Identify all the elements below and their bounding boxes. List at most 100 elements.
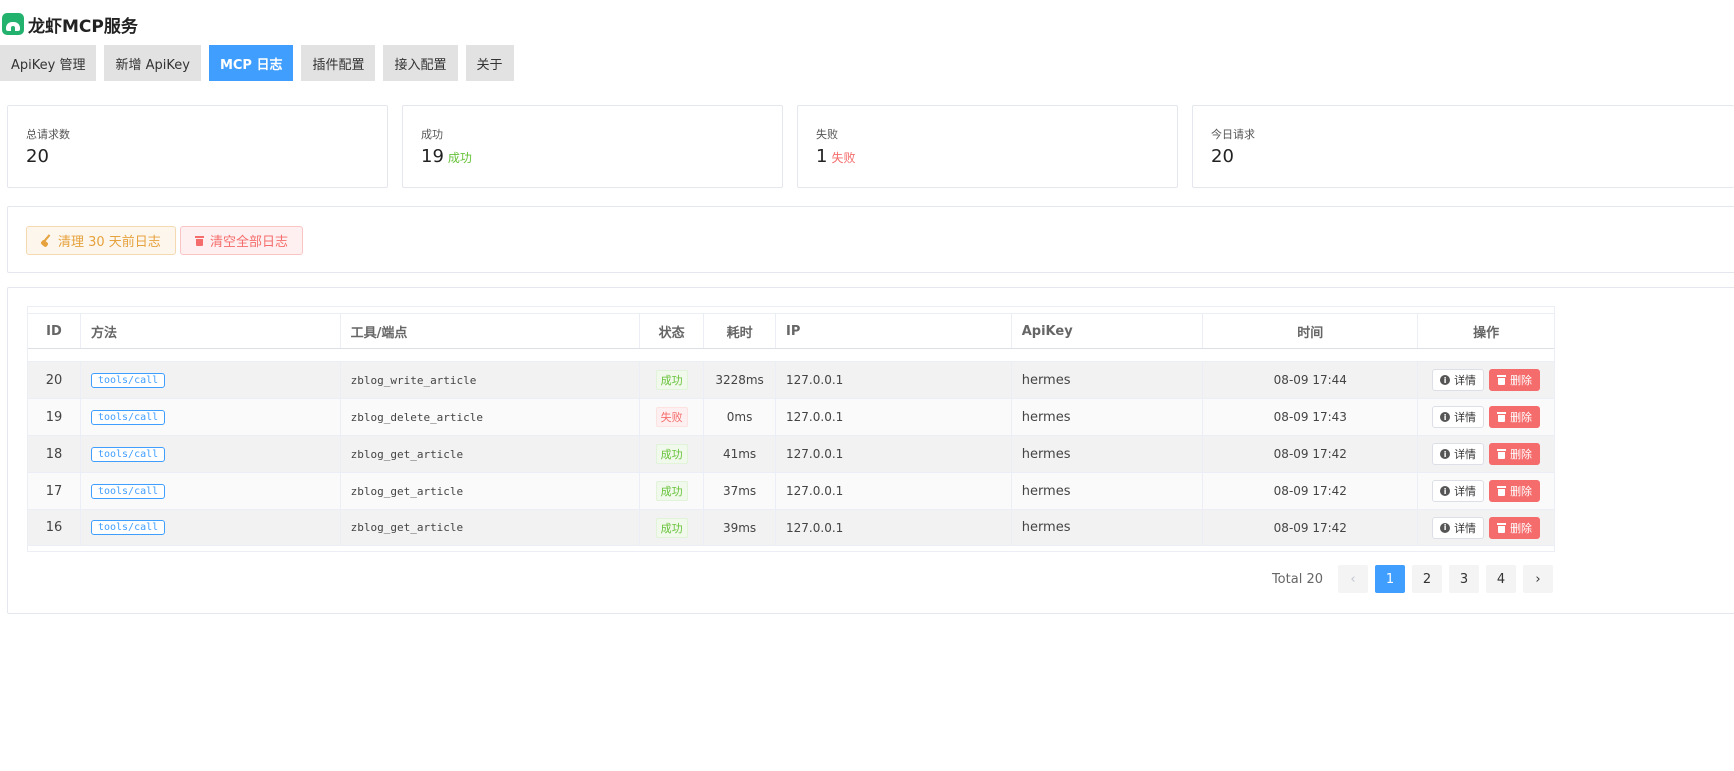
tab-about[interactable]: 关于 bbox=[465, 45, 514, 81]
header-status: 状态 bbox=[640, 314, 705, 348]
clear-all-logs-button[interactable]: 清空全部日志 bbox=[180, 226, 304, 255]
tab-plugin-config[interactable]: 插件配置 bbox=[301, 45, 376, 81]
detail-button[interactable]: i 详情 bbox=[1432, 406, 1485, 428]
clean-30-days-label: 清理 30 天前日志 bbox=[58, 235, 161, 250]
table-header: ID 方法 工具/端点 状态 耗时 IP ApiKey 时间 操作 bbox=[28, 313, 1554, 349]
pagination-page-2[interactable]: 2 bbox=[1412, 565, 1442, 593]
table-body: 20 tools/call zblog_write_article 成功 3228ms 1… bbox=[28, 361, 1554, 546]
pagination-next-button[interactable]: › bbox=[1523, 565, 1553, 593]
delete-button[interactable]: 删除 bbox=[1489, 443, 1541, 465]
delete-label: 删除 bbox=[1510, 411, 1533, 424]
trash-icon bbox=[1497, 522, 1507, 533]
stat-card-success: 成功 19 成功 bbox=[402, 105, 783, 188]
pagination-prev-button[interactable]: ‹ bbox=[1338, 565, 1368, 593]
stat-failed-tag: 失败 bbox=[831, 151, 856, 165]
header-method: 方法 bbox=[81, 314, 341, 348]
stat-card-today: 今日请求 20 bbox=[1192, 105, 1734, 188]
row-method-cell: tools/call bbox=[81, 436, 341, 472]
stat-card-total: 总请求数 20 bbox=[7, 105, 388, 188]
info-icon: i bbox=[1440, 449, 1451, 459]
delete-button[interactable]: 删除 bbox=[1489, 480, 1541, 502]
tab-mcp-logs[interactable]: MCP 日志 bbox=[208, 45, 294, 81]
row-method-cell: tools/call bbox=[81, 510, 341, 545]
logs-table: ID 方法 工具/端点 状态 耗时 IP ApiKey 时间 操作 20 tool… bbox=[27, 306, 1555, 552]
stat-success-value: 19 bbox=[421, 146, 444, 167]
header-ip: IP bbox=[776, 314, 1012, 348]
row-duration: 0ms bbox=[704, 399, 777, 435]
row-id: 18 bbox=[28, 436, 81, 472]
clear-all-logs-label: 清空全部日志 bbox=[210, 235, 289, 250]
row-ip: 127.0.0.1 bbox=[776, 399, 1012, 435]
row-ops: i 详情 删除 bbox=[1418, 362, 1554, 398]
stat-failed-label: 失败 bbox=[816, 128, 838, 141]
row-tool: zblog_get_article bbox=[341, 436, 641, 472]
pagination-page-1[interactable]: 1 bbox=[1375, 565, 1405, 593]
delete-button[interactable]: 删除 bbox=[1489, 406, 1541, 428]
trash-icon bbox=[1497, 375, 1507, 385]
method-tag: tools/call bbox=[90, 483, 166, 499]
row-ops: i 详情 删除 bbox=[1418, 436, 1554, 472]
row-apikey: hermes bbox=[1012, 473, 1204, 509]
tab-access-config[interactable]: 接入配置 bbox=[383, 45, 458, 81]
row-status-cell: 失败 bbox=[640, 399, 705, 435]
row-ip: 127.0.0.1 bbox=[776, 510, 1012, 545]
app-header: 龙虾MCP服务 bbox=[2, 10, 138, 38]
row-duration: 37ms bbox=[704, 473, 777, 509]
header-duration: 耗时 bbox=[704, 314, 777, 348]
row-apikey: hermes bbox=[1012, 399, 1204, 435]
pagination-page-3[interactable]: 3 bbox=[1449, 565, 1479, 593]
method-tag: tools/call bbox=[90, 372, 166, 388]
row-time: 08-09 17:42 bbox=[1203, 510, 1419, 545]
method-tag: tools/call bbox=[90, 446, 166, 462]
delete-button[interactable]: 删除 bbox=[1489, 369, 1541, 391]
detail-button[interactable]: i 详情 bbox=[1432, 516, 1485, 539]
status-badge: 成功 bbox=[655, 444, 688, 464]
row-status-cell: 成功 bbox=[640, 473, 705, 509]
stat-today-label: 今日请求 bbox=[1211, 128, 1255, 141]
logs-panel: ID 方法 工具/端点 状态 耗时 IP ApiKey 时间 操作 20 tool… bbox=[7, 287, 1734, 614]
header-tool: 工具/端点 bbox=[341, 314, 641, 348]
detail-button[interactable]: i 详情 bbox=[1432, 480, 1485, 502]
stat-failed-value: 1 bbox=[816, 146, 828, 167]
row-duration: 41ms bbox=[704, 436, 777, 472]
pagination-total: Total 20 bbox=[1271, 571, 1323, 587]
detail-label: 详情 bbox=[1454, 485, 1477, 498]
stat-total-value: 20 bbox=[26, 146, 49, 167]
lobster-logo-icon bbox=[2, 13, 24, 35]
delete-label: 删除 bbox=[1510, 374, 1533, 387]
stat-total-label: 总请求数 bbox=[26, 128, 70, 141]
status-badge: 成功 bbox=[655, 370, 688, 390]
detail-label: 详情 bbox=[1454, 448, 1477, 461]
row-status-cell: 成功 bbox=[640, 362, 705, 398]
row-ip: 127.0.0.1 bbox=[776, 436, 1012, 472]
row-method-cell: tools/call bbox=[81, 362, 341, 398]
trash-icon bbox=[1497, 449, 1507, 459]
tab-add-apikey[interactable]: 新增 ApiKey bbox=[104, 45, 201, 81]
clean-30-days-button[interactable]: 清理 30 天前日志 bbox=[26, 226, 176, 255]
row-time: 08-09 17:44 bbox=[1203, 362, 1419, 398]
info-icon: i bbox=[1440, 412, 1451, 422]
detail-button[interactable]: i 详情 bbox=[1432, 443, 1485, 465]
log-actions-panel: 清理 30 天前日志 清空全部日志 bbox=[7, 206, 1734, 273]
row-duration: 39ms bbox=[704, 510, 777, 545]
row-time: 08-09 17:42 bbox=[1203, 436, 1419, 472]
table-row: 18 tools/call zblog_get_article 成功 41ms 127.0… bbox=[28, 435, 1554, 472]
table-row: 17 tools/call zblog_get_article 成功 37ms 127.0… bbox=[28, 472, 1554, 509]
header-id: ID bbox=[28, 314, 81, 348]
info-icon: i bbox=[1440, 375, 1451, 385]
row-method-cell: tools/call bbox=[81, 473, 341, 509]
info-icon: i bbox=[1440, 522, 1451, 533]
header-apikey: ApiKey bbox=[1012, 314, 1204, 348]
row-ops: i 详情 删除 bbox=[1418, 510, 1554, 545]
row-id: 16 bbox=[28, 510, 81, 545]
pagination-page-4[interactable]: 4 bbox=[1486, 565, 1516, 593]
row-ip: 127.0.0.1 bbox=[776, 362, 1012, 398]
delete-button[interactable]: 删除 bbox=[1489, 516, 1541, 539]
row-apikey: hermes bbox=[1012, 510, 1204, 545]
row-apikey: hermes bbox=[1012, 436, 1204, 472]
delete-label: 删除 bbox=[1510, 485, 1533, 498]
tab-apikey-manage[interactable]: ApiKey 管理 bbox=[0, 45, 97, 81]
detail-button[interactable]: i 详情 bbox=[1432, 369, 1485, 391]
row-method-cell: tools/call bbox=[81, 399, 341, 435]
app-title: 龙虾MCP服务 bbox=[28, 16, 138, 37]
